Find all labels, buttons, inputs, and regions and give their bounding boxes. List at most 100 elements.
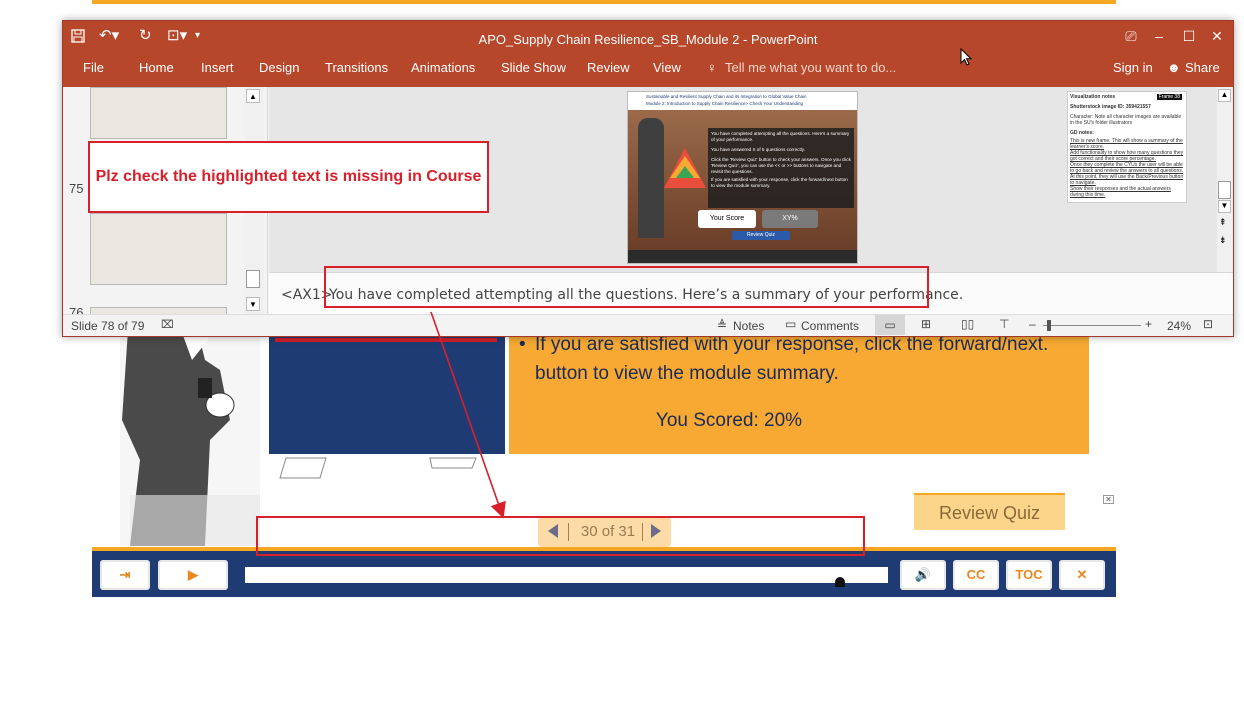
summary-bullet: • If you are satisfied with your respons… (519, 334, 1049, 384)
tab-file[interactable]: File (83, 51, 104, 85)
slide-text-box: You have completed attempting all the qu… (708, 128, 854, 208)
title-bar: ↶▾ ↻ ⊡▾ ▾ APO_Supply Chain Resilience_SB… (63, 21, 1233, 51)
ribbon-display-icon[interactable]: ⎚ (1117, 21, 1145, 51)
sign-in-link[interactable]: Sign in (1113, 51, 1153, 85)
lightbulb-icon: ♀ (707, 60, 717, 75)
slide-your-score: Your Score (698, 210, 756, 228)
slide-counter: Slide 78 of 79 (71, 319, 145, 333)
redo-icon[interactable]: ↻ (139, 21, 152, 51)
tell-me-search[interactable]: Tell me what you want to do... (725, 51, 896, 85)
decorative-shape (278, 456, 328, 480)
slide-text: You have completed attempting all the qu… (711, 131, 850, 142)
notes-icon: ≜ (717, 318, 728, 332)
tab-home[interactable]: Home (139, 51, 174, 85)
notes-frame: Frame 38 (1156, 94, 1182, 100)
slide-header: Sustainable and Resilient Supply Chain a… (628, 92, 857, 110)
slideshow-icon[interactable]: ⊤ (999, 317, 1009, 331)
scroll-up-icon[interactable]: ▲ (246, 89, 260, 103)
scroll-up-icon[interactable]: ▲ (1218, 89, 1231, 102)
notes-line: Character: Note all character images are… (1070, 114, 1182, 126)
zoom-out-icon[interactable]: – (1029, 317, 1036, 331)
slide-scrollbar[interactable]: ▲ ▼ ⇞ ⇟ (1217, 87, 1233, 272)
tab-design[interactable]: Design (259, 51, 299, 85)
highlight-box (324, 266, 929, 308)
close-course-button[interactable]: ✕ (1059, 560, 1105, 590)
undo-icon[interactable]: ↶▾ (99, 21, 119, 51)
zoom-slider-handle[interactable] (1047, 320, 1051, 331)
tab-transitions[interactable]: Transitions (325, 51, 388, 85)
score-text: You Scored: 20% (655, 410, 803, 431)
course-top-bar (92, 0, 1116, 4)
scroll-thumb[interactable] (246, 270, 260, 288)
fit-to-window-icon[interactable]: ⊡ (1203, 317, 1213, 331)
review-quiz-button[interactable]: Review Quiz (914, 493, 1065, 530)
notes-button[interactable]: Notes (733, 319, 764, 333)
exit-button[interactable]: ⇥ (100, 560, 150, 590)
play-button[interactable]: ▶ (158, 560, 228, 590)
next-slide-icon[interactable]: ⇟ (1219, 235, 1227, 246)
normal-view-icon[interactable]: ▭ (875, 315, 905, 335)
tab-slide-show[interactable]: Slide Show (501, 51, 566, 85)
notes-line: At this point, they will use the Back/Pr… (1070, 174, 1184, 186)
slide-text: If you are satisfied with your response,… (711, 177, 848, 188)
zoom-slider[interactable] (1043, 320, 1141, 331)
slide-header-line: Sustainable and Resilient Supply Chain a… (646, 94, 807, 99)
mouse-cursor-icon (960, 48, 973, 66)
thumbnail-number: 75 (69, 181, 84, 196)
red-accent-bar (275, 338, 497, 342)
decorative-shape (428, 456, 478, 470)
tab-review[interactable]: Review (587, 51, 630, 85)
slide-score-value: XY% (762, 210, 818, 228)
spellcheck-icon[interactable]: ⌧ (161, 318, 174, 331)
slide-sorter-icon[interactable]: ⊞ (921, 317, 931, 331)
scroll-down-icon[interactable]: ▼ (246, 297, 260, 311)
notes-line: This is new frame. This will show a summ… (1070, 138, 1183, 150)
customize-toolbar-icon[interactable]: ▾ (195, 21, 200, 51)
review-comment-callout: Plz check the highlighted text is missin… (88, 141, 489, 213)
summary-bullet-text: If you are satisfied with your response,… (535, 334, 1049, 384)
comments-icon: ▭ (785, 317, 797, 331)
reading-view-icon[interactable]: ▯▯ (961, 317, 974, 331)
tab-insert[interactable]: Insert (201, 51, 234, 85)
slide-thumbnail[interactable] (90, 87, 227, 139)
notes-line: Once they complete the CYUs the user wil… (1070, 162, 1184, 174)
status-bar: Slide 78 of 79 ⌧ ≜ Notes ▭ Comments ▭ ⊞ … (63, 314, 1233, 336)
comments-button[interactable]: Comments (801, 319, 859, 333)
volume-button[interactable]: 🔊 (900, 560, 946, 590)
slide-thumbnail[interactable] (90, 213, 227, 285)
slide-character (638, 118, 664, 238)
zoom-level[interactable]: 24% (1167, 319, 1191, 333)
share-button[interactable]: Share (1185, 51, 1220, 85)
notes-line: Shutterstock image ID: 359421557 (1070, 104, 1151, 110)
pyramid-graphic (664, 148, 706, 188)
scroll-thumb[interactable] (1218, 181, 1231, 199)
slide-text: Click the 'Review Quiz' button to check … (711, 157, 851, 174)
person-icon: ☻ (1167, 60, 1181, 75)
seek-handle[interactable] (835, 577, 845, 587)
toc-button[interactable]: TOC (1006, 560, 1052, 590)
cc-button[interactable]: CC (953, 560, 999, 590)
slide-preview[interactable]: Sustainable and Resilient Supply Chain a… (627, 91, 858, 264)
notes-line: Add functionality to show how many quest… (1070, 150, 1184, 162)
seek-bar[interactable] (245, 567, 888, 583)
slide-player-bar (628, 250, 857, 263)
present-icon[interactable]: ⊡▾ (167, 21, 187, 51)
tab-view[interactable]: View (653, 51, 681, 85)
close-window-button[interactable]: ✕ (1203, 21, 1231, 51)
slide-text: You have answered X of 5 questions corre… (711, 147, 805, 152)
notes-line: Show their responses and the actual answ… (1070, 186, 1171, 198)
maximize-button[interactable]: ☐ (1175, 21, 1203, 51)
ribbon-tabs: File Home Insert Design Transitions Anim… (63, 51, 1233, 87)
minimize-button[interactable]: – (1145, 21, 1173, 51)
scroll-down-icon[interactable]: ▼ (1218, 200, 1231, 213)
close-icon[interactable]: ✕ (1103, 495, 1114, 504)
notes-line: GD notes: (1070, 130, 1094, 136)
missing-text-location-box (256, 516, 865, 556)
zoom-in-icon[interactable]: + (1145, 317, 1152, 331)
previous-slide-icon[interactable]: ⇞ (1219, 217, 1227, 228)
save-icon[interactable] (71, 21, 85, 54)
slide-header-line: Module 2: Introduction to Supply Chain R… (646, 101, 803, 106)
slide-review-quiz: Review Quiz (732, 231, 790, 240)
tab-animations[interactable]: Animations (411, 51, 475, 85)
visualization-notes: Visualization notes Frame 38 Shutterstoc… (1067, 91, 1187, 203)
